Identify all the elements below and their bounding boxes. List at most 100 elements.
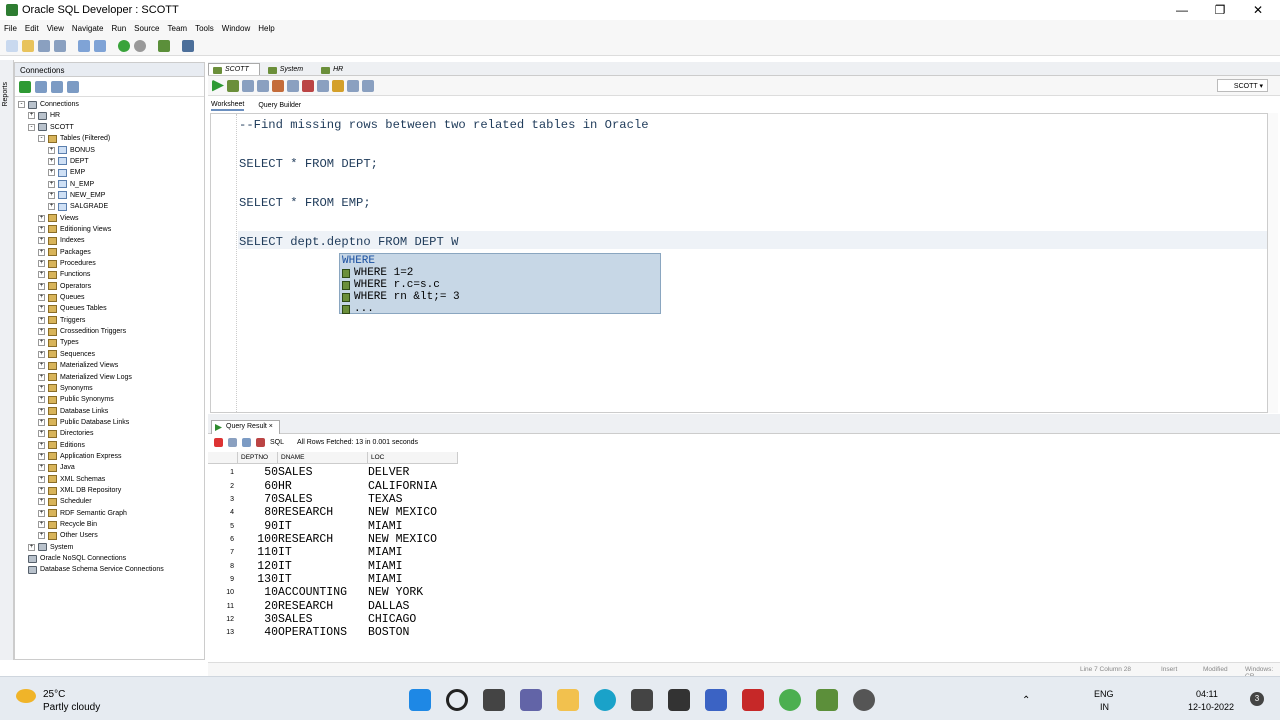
minimize-button[interactable]: — — [1162, 0, 1202, 20]
cell-dname[interactable]: RESEARCH — [278, 533, 368, 546]
expand-toggle-icon[interactable]: + — [38, 237, 45, 245]
clear-icon[interactable] — [332, 79, 344, 92]
save-icon[interactable] — [38, 39, 50, 52]
tree-item[interactable]: Database Schema Service Connections — [18, 564, 164, 575]
cell-loc[interactable]: TEXAS — [368, 493, 458, 506]
tree-item[interactable]: + XML DB Repository — [38, 485, 121, 496]
cell-dname[interactable]: IT — [278, 560, 368, 573]
temperature[interactable]: 25°C — [43, 689, 65, 700]
expand-toggle-icon[interactable]: + — [38, 214, 45, 222]
expand-toggle-icon[interactable]: + — [38, 384, 45, 392]
tree-item[interactable]: + Editioning Views — [38, 224, 111, 235]
tree-item[interactable]: + Materialized View Logs — [38, 371, 132, 382]
tree-item[interactable]: + Editions — [38, 440, 85, 451]
open-icon[interactable] — [22, 39, 34, 52]
weather-icon[interactable] — [16, 689, 36, 703]
cell-deptno[interactable]: 40 — [238, 626, 278, 639]
reports-strip[interactable]: Reports — [0, 60, 14, 660]
table-row[interactable]: 2 60 HR CALIFORNIA — [208, 479, 458, 493]
column-header-loc[interactable]: LOC — [368, 452, 458, 464]
menu-source[interactable]: Source — [134, 24, 159, 33]
cell-dname[interactable]: SALES — [278, 466, 368, 479]
expand-toggle-icon[interactable]: + — [38, 225, 45, 233]
app-icon[interactable] — [668, 689, 690, 711]
cell-deptno[interactable]: 50 — [238, 466, 278, 479]
table-row[interactable]: 8 120 IT MIAMI — [208, 559, 458, 573]
refresh-icon[interactable] — [35, 80, 47, 93]
filter-icon[interactable] — [51, 80, 63, 93]
table-row[interactable]: 6 100 RESEARCH NEW MEXICO — [208, 533, 458, 546]
schema-browser-icon[interactable] — [67, 80, 79, 93]
tree-item[interactable]: - Connections — [18, 99, 79, 110]
cell-dname[interactable]: ACCOUNTING — [278, 586, 368, 599]
explain-plan-icon[interactable] — [257, 79, 269, 92]
cell-deptno[interactable]: 80 — [238, 506, 278, 519]
start-icon[interactable] — [409, 689, 431, 711]
cell-deptno[interactable]: 30 — [238, 613, 278, 626]
sql-tuning-icon[interactable] — [272, 79, 284, 92]
expand-toggle-icon[interactable]: + — [38, 350, 45, 358]
cell-loc[interactable]: MIAMI — [368, 520, 458, 533]
connection-select[interactable]: SCOTT ▾ — [1216, 79, 1268, 92]
tree-item[interactable]: + DEPT — [48, 156, 89, 167]
tree-item[interactable]: Oracle NoSQL Connections — [18, 553, 126, 564]
tab-scott[interactable]: SCOTT — [208, 63, 260, 75]
expand-toggle-icon[interactable]: + — [38, 430, 45, 438]
cell-loc[interactable]: CALIFORNIA — [368, 480, 458, 493]
tab-query-builder[interactable]: Query Builder — [258, 101, 301, 110]
expand-toggle-icon[interactable]: + — [28, 112, 35, 120]
tab-worksheet[interactable]: Worksheet — [211, 100, 245, 111]
cell-deptno[interactable]: 10 — [238, 586, 278, 599]
tree-item[interactable]: + BONUS — [48, 144, 95, 155]
cell-deptno[interactable]: 130 — [238, 573, 278, 586]
task-view-icon[interactable] — [483, 689, 505, 711]
tree-item[interactable]: + EMP — [48, 167, 85, 178]
commit-icon[interactable] — [287, 79, 299, 92]
expand-toggle-icon[interactable]: + — [38, 452, 45, 460]
table-row[interactable]: 4 80 RESEARCH NEW MEXICO — [208, 506, 458, 519]
save-all-icon[interactable] — [54, 39, 66, 52]
table-row[interactable]: 11 20 RESEARCH DALLAS — [208, 600, 458, 613]
sql-editor[interactable]: --Find missing rows between two related … — [210, 113, 1268, 413]
table-row[interactable]: 13 40 OPERATIONS BOSTON — [208, 626, 458, 639]
cell-deptno[interactable]: 120 — [238, 560, 278, 573]
cell-loc[interactable]: DELVER — [368, 466, 458, 479]
cell-deptno[interactable]: 100 — [238, 533, 278, 546]
tree-item[interactable]: + Triggers — [38, 315, 85, 326]
tree-item[interactable]: + RDF Semantic Graph — [38, 508, 127, 519]
notification-badge[interactable]: 3 — [1250, 692, 1264, 706]
tree-item[interactable]: + Queues Tables — [38, 303, 107, 314]
cell-dname[interactable]: RESEARCH — [278, 506, 368, 519]
expand-toggle-icon[interactable]: + — [38, 305, 45, 313]
expand-toggle-icon[interactable]: + — [38, 407, 45, 415]
expand-toggle-icon[interactable]: + — [38, 328, 45, 336]
add-connection-icon[interactable] — [19, 80, 31, 93]
cell-dname[interactable]: IT — [278, 573, 368, 586]
close-button[interactable]: ✕ — [1238, 0, 1278, 20]
tree-item[interactable]: + Indexes — [38, 235, 85, 246]
teams-icon[interactable] — [520, 689, 542, 711]
tree-item[interactable]: + Other Users — [38, 530, 98, 541]
expand-toggle-icon[interactable]: - — [28, 123, 35, 131]
tree-item[interactable]: + HR — [28, 110, 60, 121]
pin-icon[interactable] — [214, 437, 223, 447]
undo-icon[interactable] — [78, 39, 90, 52]
expand-toggle-icon[interactable]: + — [38, 487, 45, 495]
file-explorer-icon[interactable] — [557, 689, 579, 711]
cell-dname[interactable]: SALES — [278, 493, 368, 506]
menu-window[interactable]: Window — [222, 24, 250, 33]
search-icon[interactable] — [446, 689, 468, 711]
expand-toggle-icon[interactable]: + — [38, 532, 45, 540]
table-row[interactable]: 10 10 ACCOUNTING NEW YORK — [208, 586, 458, 599]
autocomplete-item[interactable]: WHERE 1=2 — [342, 267, 658, 279]
cell-loc[interactable]: NEW MEXICO — [368, 506, 458, 519]
expand-toggle-icon[interactable]: + — [38, 464, 45, 472]
unshared-sql-icon[interactable] — [317, 79, 329, 92]
expand-toggle-icon[interactable]: + — [48, 203, 55, 211]
chevron-up-icon[interactable]: ⌃ — [1022, 695, 1030, 706]
cell-deptno[interactable]: 60 — [238, 480, 278, 493]
forward-icon[interactable] — [134, 39, 146, 52]
menu-help[interactable]: Help — [258, 24, 274, 33]
editor-scrollbar[interactable] — [1268, 113, 1278, 413]
tree-item[interactable]: - Tables (Filtered) — [38, 133, 110, 144]
